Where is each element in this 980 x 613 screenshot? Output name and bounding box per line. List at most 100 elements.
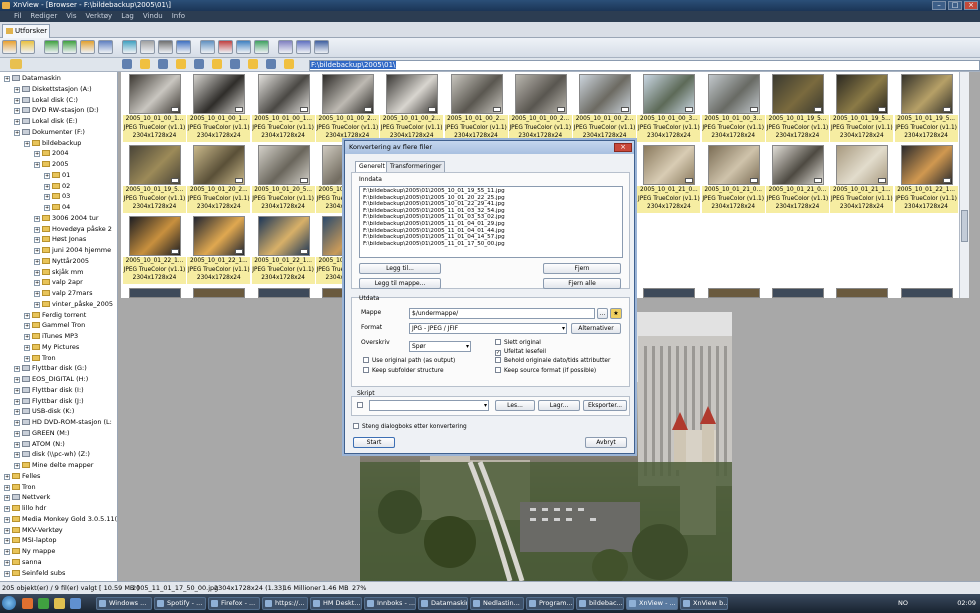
tree-item[interactable]: + Tron xyxy=(24,354,56,363)
taskbar-button[interactable]: Nedlastin... xyxy=(470,597,524,610)
scrollbar-thumb[interactable] xyxy=(961,210,968,242)
tree-item[interactable]: + Høst Jonas xyxy=(34,235,86,244)
script-select[interactable] xyxy=(369,400,489,411)
expander-icon[interactable]: + xyxy=(34,215,40,222)
thumbnail-image[interactable] xyxy=(129,145,181,185)
tree-item[interactable]: + skjåk mm xyxy=(34,268,83,277)
checkbox-box[interactable] xyxy=(363,357,369,363)
expander-icon[interactable]: + xyxy=(14,119,20,125)
sort-icon[interactable] xyxy=(248,59,258,69)
menu-item[interactable]: Vindu xyxy=(143,11,163,22)
file-list-item[interactable]: F:\bildebackup\2005\01\2005_10_01_20_22_… xyxy=(363,195,619,202)
tree-folder-icon[interactable] xyxy=(10,59,22,69)
filter-icon[interactable] xyxy=(212,59,222,69)
cancel-button[interactable]: Avbryt xyxy=(585,437,627,448)
expander-icon[interactable]: + xyxy=(4,495,10,502)
expander-icon[interactable]: + xyxy=(4,570,10,577)
export-script-button[interactable]: Eksporter... xyxy=(583,400,627,411)
thumbnail-partial[interactable] xyxy=(643,288,696,298)
expander-icon[interactable]: + xyxy=(44,172,50,179)
expander-icon[interactable]: + xyxy=(14,452,20,459)
remove-all-button[interactable]: Fjern alle xyxy=(543,278,621,289)
expander-icon[interactable]: + xyxy=(24,312,30,319)
minimize-button[interactable]: – xyxy=(932,1,946,10)
up-icon[interactable] xyxy=(80,40,95,54)
thumbnail[interactable]: 2005_10_01_00_1... JPEG TrueColor (v1.1) 2… xyxy=(251,73,315,143)
expander-icon[interactable]: + xyxy=(34,258,40,265)
open-folder-icon[interactable] xyxy=(2,40,17,54)
use-original-path-checkbox[interactable]: Use original path (as output) xyxy=(363,357,455,365)
tree-item[interactable]: + Flyttbar disk (G:) xyxy=(14,364,87,373)
tree-item[interactable]: + bildebackup xyxy=(24,139,81,148)
expander-icon[interactable]: + xyxy=(34,151,40,158)
menu-item[interactable]: Fil xyxy=(14,11,21,22)
quick-launch-folder-icon[interactable] xyxy=(54,598,65,609)
thumbnail-image[interactable] xyxy=(193,216,246,256)
remove-button[interactable]: Fjern xyxy=(543,263,621,274)
format-select[interactable]: JPG - JPEG / JFIF xyxy=(409,323,567,334)
thumbnail-image[interactable] xyxy=(386,74,439,114)
expander-icon[interactable]: + xyxy=(14,398,20,405)
favorites-icon[interactable] xyxy=(284,59,294,69)
move-icon[interactable] xyxy=(140,40,155,54)
tree-item[interactable]: + Nyttår2005 xyxy=(34,257,89,266)
taskbar-button[interactable]: Spotify - ... xyxy=(154,597,206,610)
expander-icon[interactable]: + xyxy=(44,183,50,190)
tree-item[interactable]: + Mine delte mapper xyxy=(14,461,93,470)
file-list-item[interactable]: F:\bildebackup\2005\01\2005_10_01_19_55_… xyxy=(363,188,619,195)
thumbnail-image[interactable] xyxy=(193,74,246,114)
thumbnail-partial[interactable] xyxy=(257,288,310,298)
thumbnail[interactable]: 2005_10_01_19_5... JPEG TrueColor (v1.1) 2… xyxy=(894,73,958,143)
tree-item[interactable]: +04 xyxy=(44,203,70,212)
tree-item[interactable]: + juni 2004 hjemme xyxy=(34,246,111,255)
expander-icon[interactable]: + xyxy=(24,334,30,340)
thumbnail-image[interactable] xyxy=(129,74,181,114)
thumbnail[interactable]: 2005_10_01_00_2... JPEG TrueColor (v1.1) 2… xyxy=(444,73,508,143)
folder-tree[interactable]: + Datamaskin + Diskettstasjon (A:) + Lokal di… xyxy=(0,72,118,581)
tree-item[interactable]: + Datamaskin xyxy=(4,74,61,83)
expander-icon[interactable]: + xyxy=(14,377,20,383)
expander-icon[interactable]: + xyxy=(34,162,40,168)
taskbar-button[interactable]: Windows ... xyxy=(96,597,152,610)
tree-item[interactable]: + vinter_påske_2005 xyxy=(34,300,113,309)
tree-item[interactable]: + sanna xyxy=(4,558,42,567)
tree-item[interactable]: + disk (\\pc-wh) (Z:) xyxy=(14,450,90,459)
thumbnail[interactable]: 2005_10_01_00_2... JPEG TrueColor (v1.1) 2… xyxy=(380,73,444,143)
back-icon[interactable] xyxy=(44,40,59,54)
thumbnail-image[interactable] xyxy=(579,74,632,114)
tree-item[interactable]: + Felles xyxy=(4,472,40,481)
thumbnail[interactable]: 2005_10_01_19_5... JPEG TrueColor (v1.1) 2… xyxy=(766,73,829,143)
tree-item[interactable]: +02 xyxy=(44,182,70,191)
expander-icon[interactable]: + xyxy=(14,366,20,373)
dialog-close-button[interactable]: × xyxy=(614,143,632,152)
tree-item[interactable]: + DVD RW-stasjon (D:) xyxy=(14,106,99,115)
menu-item[interactable]: Vis xyxy=(66,11,76,22)
tree-item[interactable]: + GREEN (M:) xyxy=(14,429,70,438)
quick-launch-desktop-icon[interactable] xyxy=(70,598,81,609)
thumbnail[interactable]: 2005_10_01_21_0... JPEG TrueColor (v1.1) 2… xyxy=(637,144,701,214)
thumbnail-partial[interactable] xyxy=(707,288,760,298)
keep-subfolder-checkbox[interactable]: Keep subfolder structure xyxy=(363,367,444,375)
tree-item[interactable]: +03 xyxy=(44,192,70,201)
tree-item[interactable]: + Lokal disk (C:) xyxy=(14,96,78,105)
path-input[interactable]: F:\bildebackup\2005\01\ xyxy=(309,60,980,71)
expander-icon[interactable]: + xyxy=(4,484,10,491)
save-script-button[interactable]: Lagr... xyxy=(538,400,580,411)
expander-icon[interactable]: + xyxy=(4,538,10,545)
taskbar-button[interactable]: XnView - ... xyxy=(626,597,678,610)
thumbnail-image[interactable] xyxy=(836,145,889,185)
tree-item[interactable]: +01 xyxy=(44,171,70,180)
expander-icon[interactable]: + xyxy=(4,76,10,82)
expander-icon[interactable]: + xyxy=(44,205,50,211)
file-list-item[interactable]: F:\bildebackup\2005\01\2005_10_01_22_29_… xyxy=(363,201,619,208)
tree-item[interactable]: + MSI-laptop xyxy=(4,536,57,545)
thumbnail-image[interactable] xyxy=(643,145,696,185)
thumbnail[interactable]: 2005_10_01_21_0... JPEG TrueColor (v1.1) 2… xyxy=(701,144,765,214)
menu-item[interactable]: Info xyxy=(172,11,185,22)
load-script-button[interactable]: Les... xyxy=(495,400,535,411)
settings-icon[interactable] xyxy=(296,40,311,54)
quick-launch-browser-icon[interactable] xyxy=(22,598,33,609)
readonly-checkbox[interactable]: ✓ Ufeltat lesefeil xyxy=(495,348,546,356)
thumbnail-partial[interactable] xyxy=(772,288,824,298)
thumbnail-partial[interactable] xyxy=(836,288,889,298)
